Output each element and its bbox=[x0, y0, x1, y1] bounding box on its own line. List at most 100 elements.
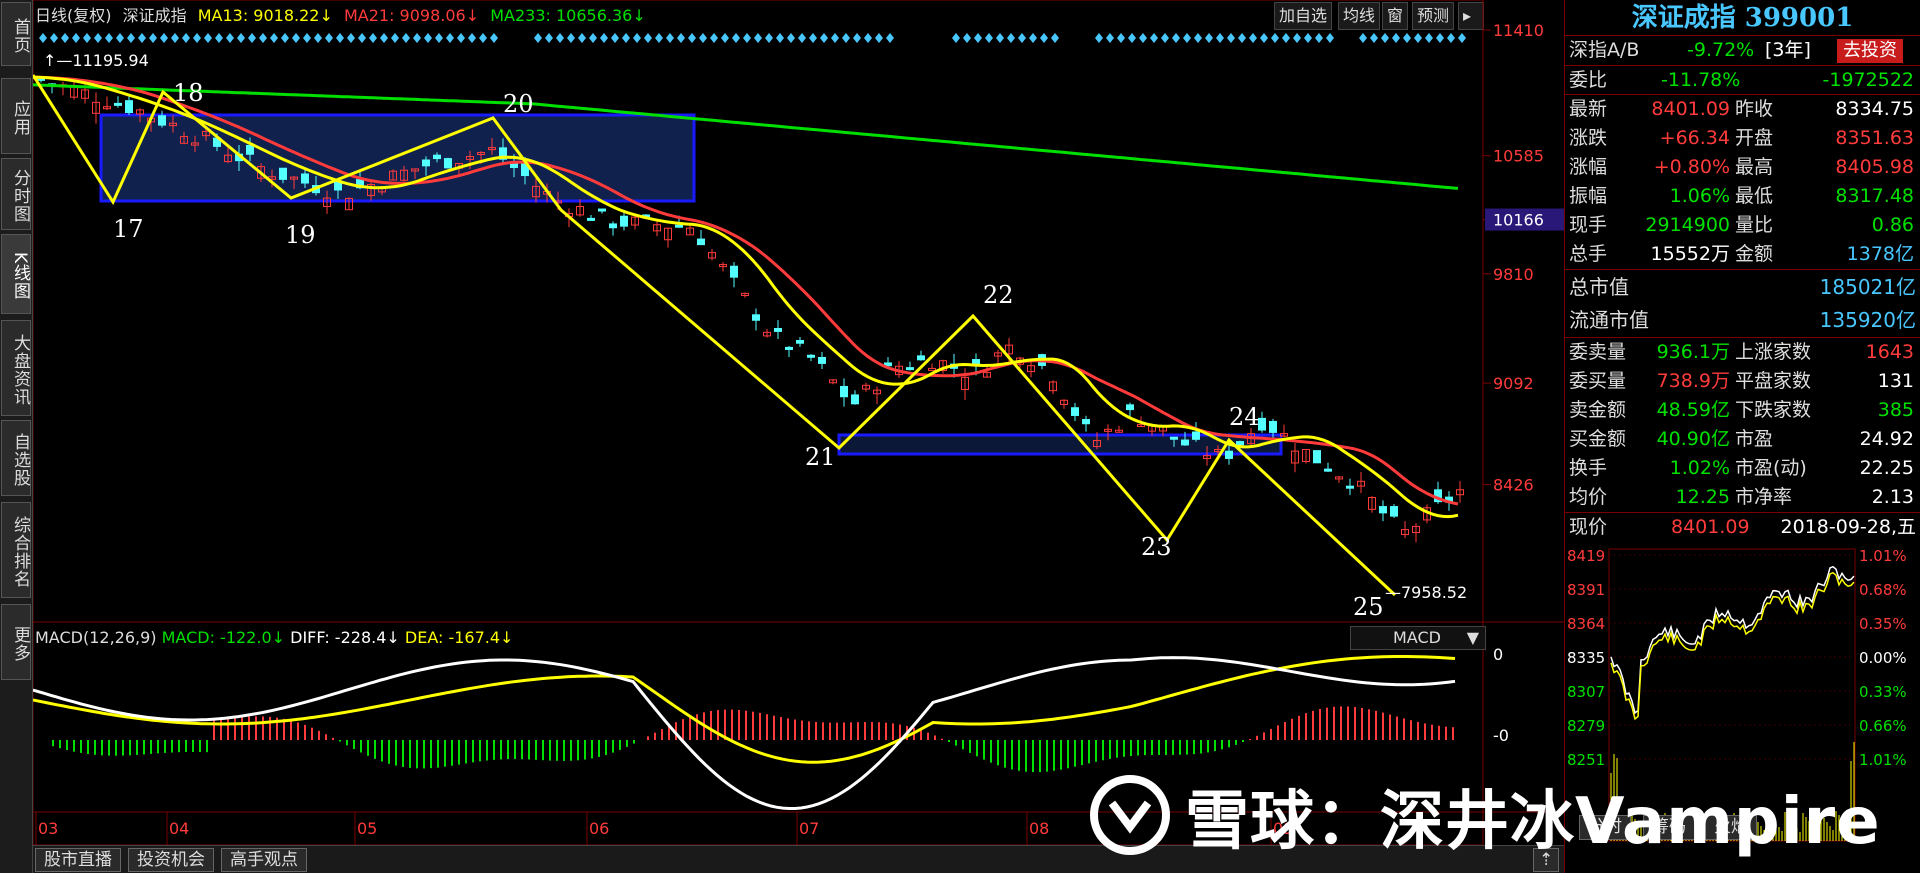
signal-diamond bbox=[116, 33, 124, 43]
signal-diamond bbox=[468, 33, 476, 43]
nav-time-chart[interactable]: 分时图 bbox=[1, 158, 31, 230]
signal-diamond bbox=[1139, 33, 1147, 43]
intraday-pct-tick: 0.00% bbox=[1859, 649, 1907, 667]
stat-label: 市盈(动) bbox=[1735, 457, 1807, 479]
candle-body bbox=[851, 394, 859, 405]
tab-opportunity[interactable]: 投资机会 bbox=[128, 848, 214, 872]
candle-body bbox=[1071, 407, 1079, 416]
signal-diamond bbox=[1403, 33, 1411, 43]
quote-label: 总手 bbox=[1569, 243, 1608, 265]
signal-diamond bbox=[50, 33, 58, 43]
float-value: 135920亿 bbox=[1819, 308, 1916, 332]
candle-body bbox=[1390, 506, 1398, 517]
signal-diamond bbox=[798, 33, 806, 43]
signal-diamond bbox=[259, 33, 267, 43]
signal-diamond bbox=[589, 33, 597, 43]
nav-home[interactable]: 首页 bbox=[1, 2, 31, 66]
quote-label: 最新 bbox=[1569, 98, 1608, 120]
nav-watchlist[interactable]: 自选股 bbox=[1, 420, 31, 496]
signal-diamond bbox=[853, 33, 861, 43]
stat-value: 131 bbox=[1877, 370, 1914, 392]
signal-diamond bbox=[1271, 33, 1279, 43]
ab-period: [3年] bbox=[1765, 39, 1811, 61]
signal-diamond bbox=[358, 33, 366, 43]
nav-more[interactable]: 更多 bbox=[1, 604, 31, 680]
candle-body bbox=[422, 159, 430, 167]
candle-body bbox=[125, 100, 133, 114]
price-tick-label: 9092 bbox=[1493, 374, 1534, 393]
signal-diamond bbox=[248, 33, 256, 43]
signal-diamond bbox=[875, 33, 883, 43]
wave-label: 25 bbox=[1353, 593, 1384, 621]
nav-ranking[interactable]: 综合排名 bbox=[1, 502, 31, 598]
quote-row: 涨幅 +0.80% 最高 8405.98 bbox=[1565, 153, 1920, 182]
stat-value: 24.92 bbox=[1859, 428, 1914, 450]
candle-body bbox=[444, 158, 452, 169]
nav-apps[interactable]: 应用 bbox=[1, 78, 31, 154]
invest-button[interactable]: 去投资 bbox=[1837, 39, 1903, 63]
wave-label: 22 bbox=[983, 281, 1014, 309]
candle-body bbox=[1236, 441, 1244, 446]
tab-live[interactable]: 股市直播 bbox=[35, 848, 121, 872]
left-navigation: 首页 应用 分时图 K线图 大盘资讯 自选股 综合排名 更多 bbox=[0, 0, 33, 873]
signal-diamond bbox=[963, 33, 971, 43]
stat-label: 买金额 bbox=[1569, 428, 1627, 450]
market-value-row: 总市值 185021亿 bbox=[1565, 269, 1920, 303]
price-tick-label: 10585 bbox=[1493, 147, 1544, 166]
wave-label: 24 bbox=[1229, 403, 1260, 431]
signal-diamond bbox=[1370, 33, 1378, 43]
signal-diamond bbox=[1315, 33, 1323, 43]
k-line-chart[interactable]: 11410 10585 10166 9810 9092 8426 0 -0 03 04 05 06 07… bbox=[33, 0, 1564, 845]
diff-value: DIFF: -228.4↓ bbox=[290, 628, 400, 647]
signal-diamond bbox=[1249, 33, 1257, 43]
candle-body bbox=[752, 314, 760, 321]
macd-axis-label: -0 bbox=[1493, 726, 1509, 745]
candle-body bbox=[840, 385, 848, 398]
wave-label: 20 bbox=[503, 90, 534, 118]
quote-label: 振幅 bbox=[1569, 185, 1608, 207]
signal-diamond bbox=[1458, 33, 1466, 43]
nav-market-news[interactable]: 大盘资讯 bbox=[1, 320, 31, 416]
quote-label: 量比 bbox=[1735, 214, 1774, 236]
signal-diamond bbox=[743, 33, 751, 43]
candle-body bbox=[246, 144, 254, 155]
signal-diamond bbox=[303, 33, 311, 43]
month-label: 03 bbox=[38, 819, 58, 838]
signal-diamond bbox=[127, 33, 135, 43]
month-label: 04 bbox=[169, 819, 189, 838]
quote-label: 最高 bbox=[1735, 156, 1774, 178]
quote-panel: 深证成指 399001 深指A/B -9.72% [3年] 去投资 委比 -11… bbox=[1564, 0, 1920, 873]
signal-diamond bbox=[72, 33, 80, 43]
candle-body bbox=[818, 356, 826, 364]
tab-expert[interactable]: 高手观点 bbox=[221, 848, 307, 872]
signal-diamond bbox=[1128, 33, 1136, 43]
quote-label: 涨跌 bbox=[1569, 127, 1608, 149]
signal-diamond bbox=[699, 33, 707, 43]
signal-diamond bbox=[1205, 33, 1213, 43]
signal-diamond bbox=[952, 33, 960, 43]
candle-body bbox=[114, 102, 122, 106]
signal-diamond bbox=[325, 33, 333, 43]
signal-diamond bbox=[160, 33, 168, 43]
candle-body bbox=[807, 354, 815, 358]
stat-value: 12.25 bbox=[1675, 486, 1730, 508]
quote-value: 8401.09 bbox=[1651, 98, 1730, 120]
nav-k-chart[interactable]: K线图 bbox=[1, 234, 31, 314]
stat-value: 385 bbox=[1877, 399, 1914, 421]
macd-value: MACD: -122.0↓ bbox=[161, 628, 286, 647]
stat-value: 1.02% bbox=[1669, 457, 1730, 479]
signal-diamond bbox=[193, 33, 201, 43]
signal-diamond bbox=[765, 33, 773, 43]
signal-diamond bbox=[182, 33, 190, 43]
low-price-label: —7958.52 bbox=[1385, 583, 1467, 602]
signal-diamond bbox=[490, 33, 498, 43]
signal-diamond bbox=[556, 33, 564, 43]
indicator-selector[interactable]: MACD ▼ bbox=[1350, 626, 1486, 650]
candle-body bbox=[1181, 439, 1189, 446]
quote-value: 2914900 bbox=[1645, 214, 1730, 236]
candle-body bbox=[301, 173, 309, 184]
signal-diamond bbox=[1051, 33, 1059, 43]
chevron-down-icon: ▼ bbox=[1466, 628, 1479, 647]
signal-diamond bbox=[886, 33, 894, 43]
candle-body bbox=[774, 327, 782, 332]
